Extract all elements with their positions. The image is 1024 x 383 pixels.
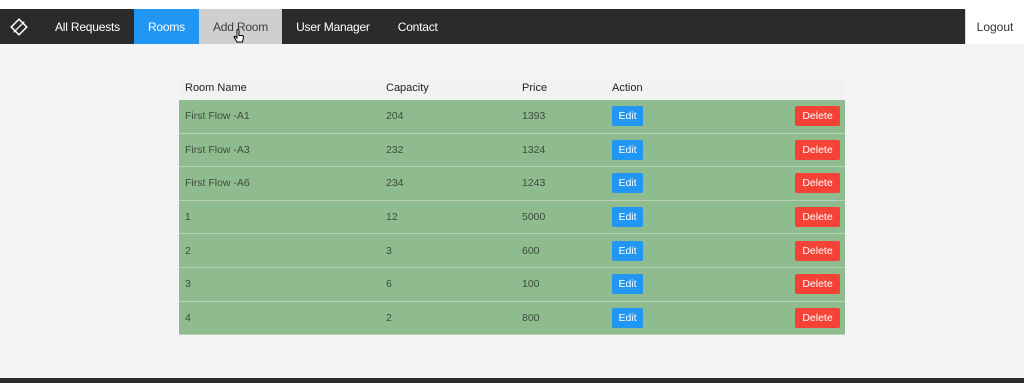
table-header: Room Name Capacity Price Action: [179, 76, 845, 100]
nav-item-all-requests[interactable]: All Requests: [38, 9, 134, 44]
edit-button[interactable]: Edit: [612, 173, 643, 194]
cell-action: Edit Delete: [612, 173, 845, 194]
header-room-name: Room Name: [185, 82, 247, 94]
edit-button[interactable]: Edit: [612, 307, 643, 328]
nav-item-contact[interactable]: Contact: [384, 9, 452, 44]
cell-price: 1393: [522, 110, 546, 123]
top-strip: [0, 0, 1024, 9]
edit-button[interactable]: Edit: [612, 106, 643, 127]
cell-action: Edit Delete: [612, 307, 845, 328]
cell-capacity: 6: [386, 278, 392, 291]
nav-item-label: User Manager: [296, 19, 370, 34]
table-row: 4 2 800 Edit Delete: [179, 301, 845, 336]
cell-capacity: 3: [386, 244, 392, 257]
cell-action: Edit Delete: [612, 139, 845, 160]
nav-item-label: Rooms: [147, 19, 185, 34]
cell-price: 5000: [522, 211, 546, 224]
edit-button[interactable]: Edit: [612, 274, 643, 295]
delete-button[interactable]: Delete: [795, 173, 840, 194]
cell-action: Edit Delete: [612, 106, 845, 127]
diamond-logo-icon[interactable]: [0, 9, 38, 44]
cell-capacity: 234: [386, 177, 404, 190]
delete-button[interactable]: Delete: [795, 139, 840, 160]
delete-button[interactable]: Delete: [795, 240, 840, 261]
cell-room-name: First Flow -A1: [185, 110, 250, 123]
cell-price: 800: [522, 311, 540, 324]
edit-button[interactable]: Edit: [612, 240, 643, 261]
navbar: All Requests Rooms Add Room User Manager…: [0, 9, 1024, 44]
cell-capacity: 204: [386, 110, 404, 123]
cell-room-name: 4: [185, 311, 191, 324]
delete-button[interactable]: Delete: [795, 106, 840, 127]
nav-item-label: All Requests: [55, 19, 120, 34]
cell-room-name: 2: [185, 244, 191, 257]
cell-action: Edit Delete: [612, 274, 845, 295]
edit-button[interactable]: Edit: [612, 139, 643, 160]
nav-item-user-manager[interactable]: User Manager: [282, 9, 384, 44]
cell-price: 1324: [522, 143, 546, 156]
cell-action: Edit Delete: [612, 207, 845, 228]
page: All Requests Rooms Add Room User Manager…: [0, 0, 1024, 383]
cell-capacity: 12: [386, 211, 398, 224]
header-action: Action: [612, 82, 643, 94]
logout-button[interactable]: Logout: [965, 9, 1024, 44]
cell-price: 600: [522, 244, 540, 257]
nav-item-rooms[interactable]: Rooms: [133, 9, 199, 44]
bottom-bar: [0, 378, 1024, 383]
logout-label: Logout: [976, 19, 1014, 34]
table-row: First Flow -A6 234 1243 Edit Delete: [179, 167, 845, 201]
table-row: First Flow -A3 232 1324 Edit Delete: [179, 133, 845, 168]
cell-capacity: 232: [386, 143, 404, 156]
cell-capacity: 2: [386, 311, 392, 324]
cell-room-name: First Flow -A6: [185, 177, 250, 190]
edit-button[interactable]: Edit: [612, 207, 643, 228]
cell-action: Edit Delete: [612, 240, 845, 261]
delete-button[interactable]: Delete: [795, 307, 840, 328]
nav-item-label: Contact: [397, 19, 438, 34]
cell-price: 1243: [522, 177, 546, 190]
table-row: 3 6 100 Edit Delete: [179, 267, 845, 302]
header-capacity: Capacity: [386, 82, 429, 94]
table-row: 2 3 600 Edit Delete: [179, 234, 845, 268]
cell-room-name: First Flow -A3: [185, 143, 250, 156]
table-row: 1 12 5000 Edit Delete: [179, 200, 845, 235]
delete-button[interactable]: Delete: [795, 274, 840, 295]
rooms-table: Room Name Capacity Price Action First Fl…: [179, 76, 845, 336]
table-row: First Flow -A1 204 1393 Edit Delete: [179, 100, 845, 134]
header-price: Price: [522, 82, 548, 94]
hand-cursor-icon: [233, 29, 244, 43]
cell-room-name: 3: [185, 278, 191, 291]
cell-price: 100: [522, 278, 540, 291]
nav-item-add-room[interactable]: Add Room: [198, 9, 283, 44]
delete-button[interactable]: Delete: [795, 207, 840, 228]
cell-room-name: 1: [185, 211, 191, 224]
